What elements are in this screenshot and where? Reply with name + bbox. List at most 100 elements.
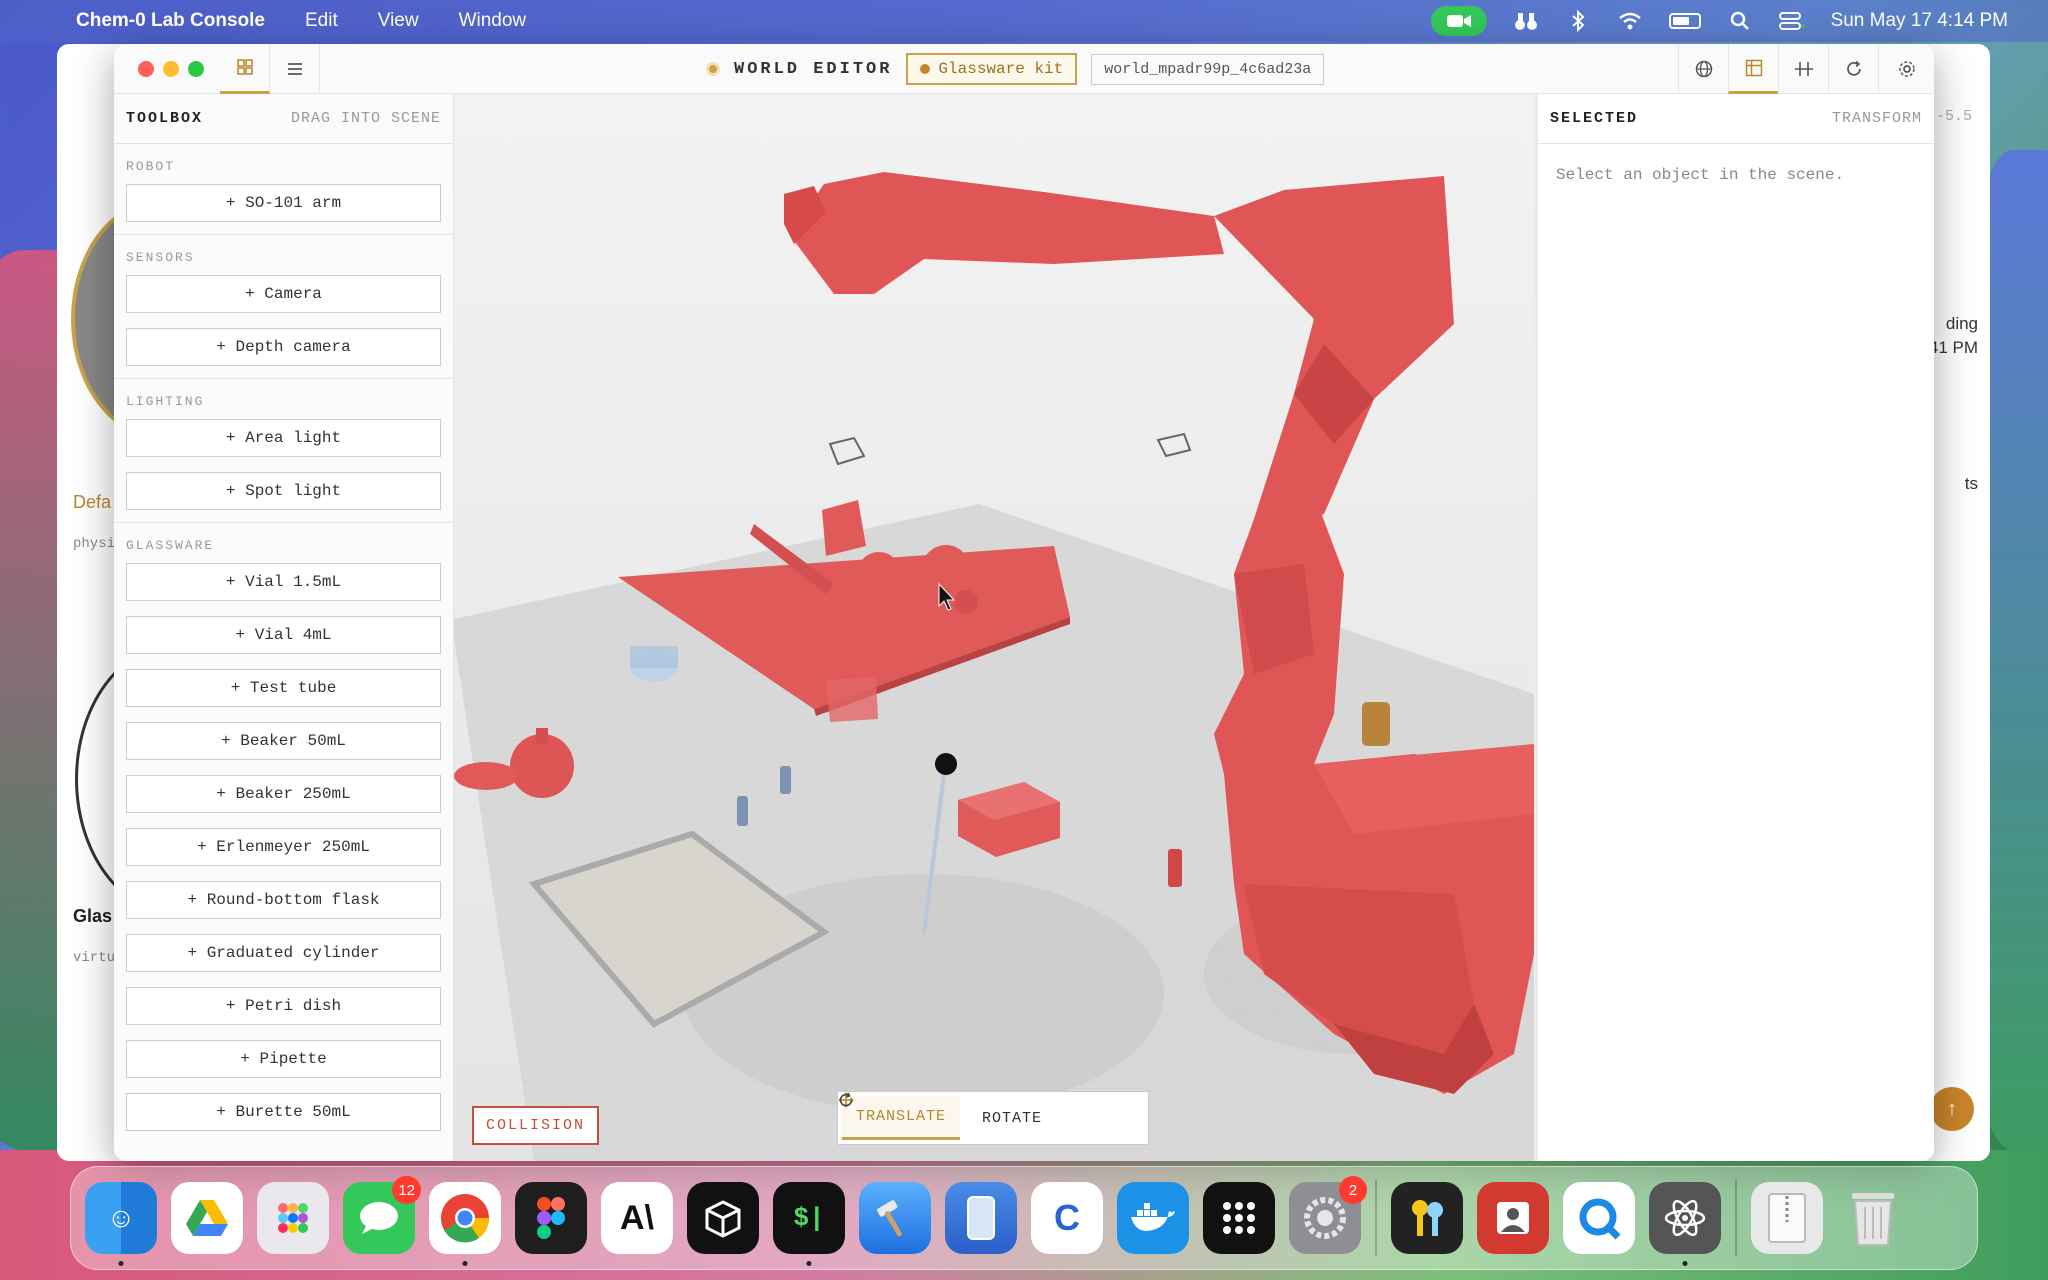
translate-mode-button[interactable]: TRANSLATE [838,1092,961,1140]
pipette-bulb [935,753,957,775]
editor-title: WORLD EDITOR [734,59,893,79]
kit-badge[interactable]: Glassware kit [906,53,1078,85]
dock-quicktime[interactable] [1563,1182,1635,1254]
add-beaker-50ml-button[interactable]: + Beaker 50mL [126,722,441,760]
world-editor-window: WORLD EDITOR Glassware kit world_mpadr99… [114,44,1934,1161]
petri-dish[interactable] [454,762,518,790]
add-vial-4ml-button[interactable]: + Vial 4mL [126,616,441,654]
scene-viewport[interactable]: COLLISION TRANSLATE ROTATE [454,94,1537,1161]
dock-atom-app[interactable] [1649,1182,1721,1266]
dock-simulator[interactable] [945,1182,1017,1254]
add-burette-button[interactable]: + Burette 50mL [126,1093,441,1131]
rotate-icon [839,1092,853,1107]
bluetooth-icon[interactable] [1565,10,1591,32]
atom-icon [1664,1199,1706,1237]
red-sphere[interactable] [857,552,901,596]
zoom-button[interactable] [188,60,204,77]
settings-badge: 2 [1339,1176,1367,1204]
add-area-light-button[interactable]: + Area light [126,419,441,457]
globe-button[interactable] [1678,44,1728,94]
refresh-icon [1846,60,1861,76]
add-round-bottom-flask-button[interactable]: + Round-bottom flask [126,881,441,919]
refresh-button[interactable] [1828,44,1878,94]
dock-xcode[interactable] [859,1182,931,1254]
scroll-up-button[interactable]: ↑ [1930,1087,1974,1131]
collision-toggle[interactable]: COLLISION [472,1106,600,1145]
wifi-icon[interactable] [1617,10,1643,32]
dock-figma[interactable] [515,1182,587,1254]
add-beaker-250ml-button[interactable]: + Beaker 250mL [126,775,441,813]
add-depth-camera-button[interactable]: + Depth camera [126,328,441,366]
trash-icon [1852,1193,1894,1246]
minimize-button[interactable] [163,60,179,77]
dock-anthropic[interactable]: A\ [601,1182,673,1254]
settings-button[interactable] [1878,44,1934,94]
test-tube[interactable] [1168,849,1182,887]
add-camera-button[interactable]: + Camera [126,275,441,313]
section-label: ROBOT [126,159,176,174]
menu-edit[interactable]: Edit [305,10,338,32]
dock-c-app[interactable]: C [1031,1182,1103,1254]
cube-icon [705,1200,741,1238]
add-graduated-cylinder-button[interactable]: + Graduated cylinder [126,934,441,972]
menu-view[interactable]: View [378,10,419,32]
add-erlenmeyer-button[interactable]: + Erlenmeyer 250mL [126,828,441,866]
reagent-bottle[interactable] [1362,702,1390,746]
transform-tab[interactable]: TRANSFORM [1832,110,1922,127]
dock-system-settings[interactable]: 2 [1289,1176,1367,1254]
person-icon [1497,1202,1529,1234]
transform-mode-bar: TRANSLATE ROTATE [837,1091,1149,1145]
dock-terminal[interactable]: $| [773,1182,845,1266]
rotate-mode-button[interactable]: ROTATE [839,1092,1056,1140]
dock-docker[interactable] [1117,1182,1189,1254]
hammer-icon [877,1200,902,1237]
dock-trash[interactable] [1837,1182,1909,1254]
spotlight-search-icon[interactable] [1727,10,1753,32]
vial[interactable] [780,766,791,794]
battery-icon[interactable] [1668,13,1701,29]
scene-canvas[interactable] [454,94,1534,1161]
control-center-icon[interactable] [1778,10,1805,32]
gear-icon [1304,1197,1346,1239]
add-spot-light-button[interactable]: + Spot light [126,472,441,510]
list-view-button[interactable] [270,44,320,94]
dock-finder[interactable]: ☺ [85,1182,157,1266]
binoculars-icon[interactable] [1513,10,1539,32]
dock-zip-file[interactable] [1751,1182,1823,1254]
red-block[interactable] [822,500,866,556]
glass-beaker-body [630,646,678,668]
add-petri-dish-button[interactable]: + Petri dish [126,987,441,1025]
grid-view-button[interactable] [220,44,270,94]
vial[interactable] [737,796,748,826]
add-vial-1-5ml-button[interactable]: + Vial 1.5mL [126,563,441,601]
toolbox-hint: DRAG INTO SCENE [290,110,441,127]
dock-chrome[interactable] [429,1182,501,1266]
world-id-field[interactable]: world_mpadr99p_4c6ad23a [1091,53,1325,85]
menu-window[interactable]: Window [459,10,527,32]
status-dot-icon [706,62,720,76]
video-call-icon[interactable] [1430,6,1487,36]
red-cap[interactable] [954,590,978,614]
add-test-tube-button[interactable]: + Test tube [126,669,441,707]
joints-button[interactable] [1778,44,1828,94]
app-menu[interactable]: Chem-0 Lab Console [76,10,265,32]
dock-keychain[interactable] [1391,1182,1463,1254]
globe-icon [1695,60,1712,78]
layout-button[interactable] [1728,44,1778,94]
red-cylinder[interactable] [922,545,970,593]
dock-google-drive[interactable] [171,1182,243,1254]
close-button[interactable] [138,60,154,77]
background-text: Glas [73,906,113,926]
add-pipette-button[interactable]: + Pipette [126,1040,441,1078]
dock-photo-booth[interactable] [1477,1182,1549,1254]
drive-icon [186,1200,228,1236]
dock-cube-app[interactable] [687,1182,759,1254]
flask-neck [536,728,548,744]
menubar-clock[interactable]: Sun May 17 4:14 PM [1831,10,2008,32]
dock-launchpad[interactable] [257,1182,329,1254]
window-controls [138,60,204,77]
background-text: ts [1964,474,1978,493]
dock-dots-app[interactable] [1203,1182,1275,1254]
add-so101-arm-button[interactable]: + SO-101 arm [126,184,441,222]
dock-messages[interactable]: 12 [343,1176,421,1254]
